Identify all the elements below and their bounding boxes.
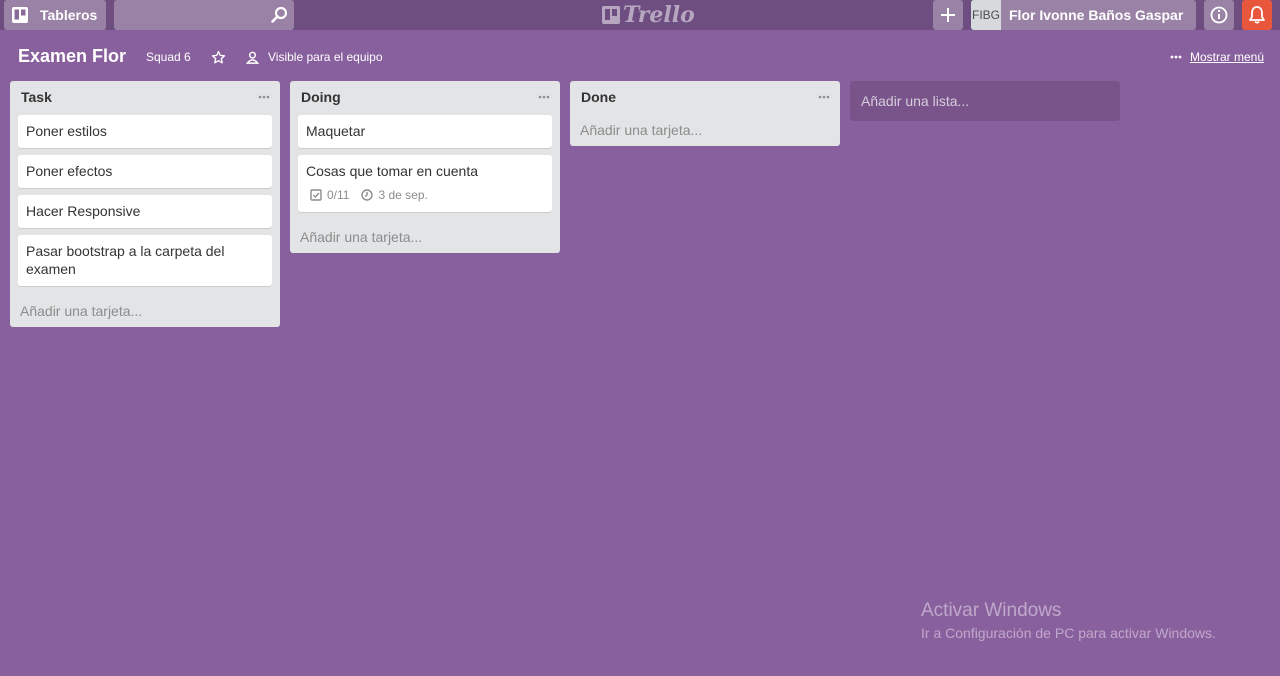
card[interactable]: Maquetar <box>298 115 552 148</box>
list-task: Task Poner estilos Poner efectos Hacer R… <box>10 81 280 327</box>
card-title: Maquetar <box>306 123 366 139</box>
user-name: Flor Ivonne Baños Gaspar <box>1009 7 1184 23</box>
visibility-label: Visible para el equipo <box>268 50 383 64</box>
logo-text: Trello <box>623 2 695 28</box>
list-title: Doing <box>301 89 341 105</box>
clock-icon <box>361 189 374 201</box>
checklist-count: 0/11 <box>327 188 350 202</box>
show-menu-label: Mostrar menú <box>1189 50 1264 64</box>
team-icon <box>246 51 259 64</box>
due-date: 3 de sep. <box>378 188 428 202</box>
list-header[interactable]: Task <box>10 81 280 113</box>
add-card-button[interactable]: Añadir una tarjeta... <box>10 293 280 327</box>
add-list-button[interactable]: Añadir una lista... <box>850 81 1120 121</box>
checklist-icon <box>310 189 322 201</box>
bell-icon <box>1249 6 1265 24</box>
boards-icon <box>12 7 28 23</box>
windows-activation-watermark: Activar Windows Ir a Configuración de PC… <box>921 600 1216 641</box>
due-date-badge: 3 de sep. <box>361 186 428 204</box>
star-icon[interactable] <box>211 50 226 65</box>
list-done: Done Añadir una tarjeta... <box>570 81 840 146</box>
board-team[interactable]: Squad 6 <box>146 50 191 64</box>
list-menu-icon[interactable] <box>538 93 550 101</box>
card-title: Poner estilos <box>26 123 107 139</box>
add-card-button[interactable]: Añadir una tarjeta... <box>570 113 840 146</box>
card[interactable]: Poner estilos <box>18 115 272 148</box>
card-title: Poner efectos <box>26 163 113 179</box>
boards-button[interactable]: Tableros <box>4 0 106 30</box>
card[interactable]: Hacer Responsive <box>18 195 272 228</box>
card[interactable]: Pasar bootstrap a la carpeta del examen <box>18 235 272 286</box>
trello-logo-icon <box>602 6 620 24</box>
boards-label: Tableros <box>40 7 98 23</box>
user-menu-button[interactable]: FIBG Flor Ivonne Baños Gaspar <box>971 0 1196 30</box>
add-card-button[interactable]: Añadir una tarjeta... <box>290 219 560 253</box>
list-header[interactable]: Doing <box>290 81 560 113</box>
top-header: Tableros Trello FIBG Flor Ivonne Baños G… <box>0 0 1280 30</box>
list-menu-icon[interactable] <box>258 93 270 101</box>
list-title: Done <box>581 89 616 105</box>
list-header[interactable]: Done <box>570 81 840 113</box>
visibility-button[interactable]: Visible para el equipo <box>246 50 383 64</box>
list-doing: Doing Maquetar Cosas que tomar en cuenta… <box>290 81 560 253</box>
avatar: FIBG <box>971 0 1001 30</box>
trello-logo[interactable]: Trello <box>602 2 695 28</box>
board-title[interactable]: Examen Flor <box>18 46 126 67</box>
info-icon <box>1210 6 1228 24</box>
notifications-button[interactable] <box>1242 0 1272 30</box>
watermark-title: Activar Windows <box>921 600 1062 621</box>
plus-icon <box>941 8 955 22</box>
more-dots-icon <box>1170 55 1182 59</box>
checklist-badge: 0/11 <box>310 186 349 204</box>
list-title: Task <box>21 89 52 105</box>
card-title: Cosas que tomar en cuenta <box>306 163 478 179</box>
list-menu-icon[interactable] <box>818 93 830 101</box>
card[interactable]: Cosas que tomar en cuenta 0/11 3 de sep. <box>298 155 552 212</box>
card-title: Pasar bootstrap a la carpeta del examen <box>26 243 225 277</box>
watermark-subtitle: Ir a Configuración de PC para activar Wi… <box>921 625 1216 641</box>
search-icon[interactable] <box>270 6 288 24</box>
card-title: Hacer Responsive <box>26 203 141 219</box>
card[interactable]: Poner efectos <box>18 155 272 188</box>
search-input[interactable] <box>114 0 294 30</box>
show-menu-button[interactable]: Mostrar menú <box>1170 50 1264 64</box>
add-button[interactable] <box>933 0 963 30</box>
info-button[interactable] <box>1204 0 1234 30</box>
